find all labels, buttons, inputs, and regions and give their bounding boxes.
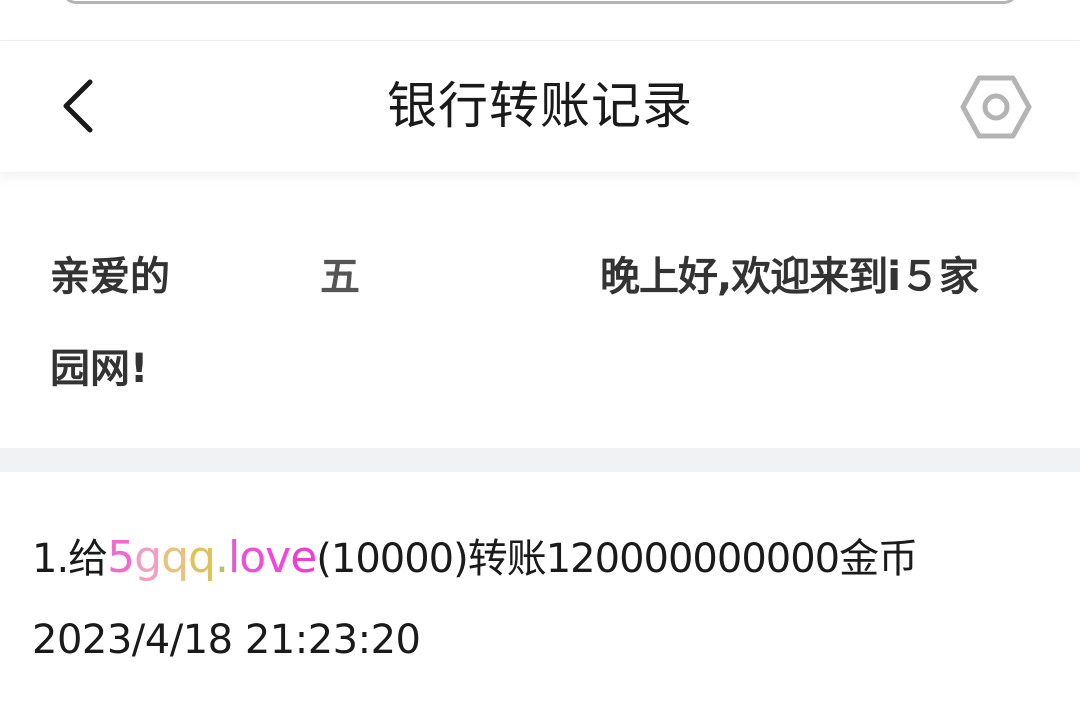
settings-button[interactable] bbox=[956, 69, 1036, 145]
recipient-char: . bbox=[214, 532, 229, 583]
greeting-panel: 亲爱的 五 晚上好,欢迎来到i５家 园网! bbox=[0, 196, 1080, 448]
recipient-char: v bbox=[265, 532, 291, 583]
page-title: 银行转账记录 bbox=[387, 77, 693, 135]
record-action-prefix: 给 bbox=[68, 536, 108, 582]
record-action: 转账 bbox=[467, 536, 547, 582]
recipient-char: l bbox=[227, 532, 240, 583]
user-name: 五 bbox=[320, 254, 360, 300]
recipient-link[interactable]: 5gqq.love bbox=[107, 532, 317, 583]
recipient-char: q bbox=[161, 532, 189, 583]
record-unit: 金币 bbox=[839, 536, 918, 582]
status-bar-remnant bbox=[0, 0, 1080, 41]
app-header: 银行转账记录 bbox=[0, 41, 1080, 172]
recipient-char: e bbox=[290, 532, 317, 583]
recipient-char: q bbox=[188, 532, 216, 583]
back-button[interactable] bbox=[50, 71, 106, 141]
greeting-prefix: 亲爱的 bbox=[50, 254, 170, 300]
recipient-char: o bbox=[239, 532, 266, 583]
record-amount: 120000000000 bbox=[545, 536, 840, 582]
transfer-record-list: 1.给5gqq.love(10000)转账120000000000金币 2023… bbox=[0, 472, 1080, 701]
recipient-char: 5 bbox=[107, 532, 135, 583]
recipient-id: (10000) bbox=[316, 536, 468, 582]
recipient-char: g bbox=[134, 532, 162, 583]
list-item-description: 1.给5gqq.love(10000)转账120000000000金币 bbox=[32, 526, 918, 584]
section-divider bbox=[0, 448, 1080, 472]
chevron-left-icon bbox=[63, 79, 93, 133]
greeting-line2: 园网! bbox=[50, 346, 149, 392]
greeting-suffix: 晚上好,欢迎来到i５家 bbox=[600, 254, 979, 300]
list-item-timestamp: 2023/4/18 21:23:20 bbox=[32, 617, 421, 663]
search-bar-edge bbox=[62, 0, 1018, 4]
record-index: 1. bbox=[32, 536, 69, 582]
hexagon-gear-icon bbox=[960, 75, 1032, 139]
